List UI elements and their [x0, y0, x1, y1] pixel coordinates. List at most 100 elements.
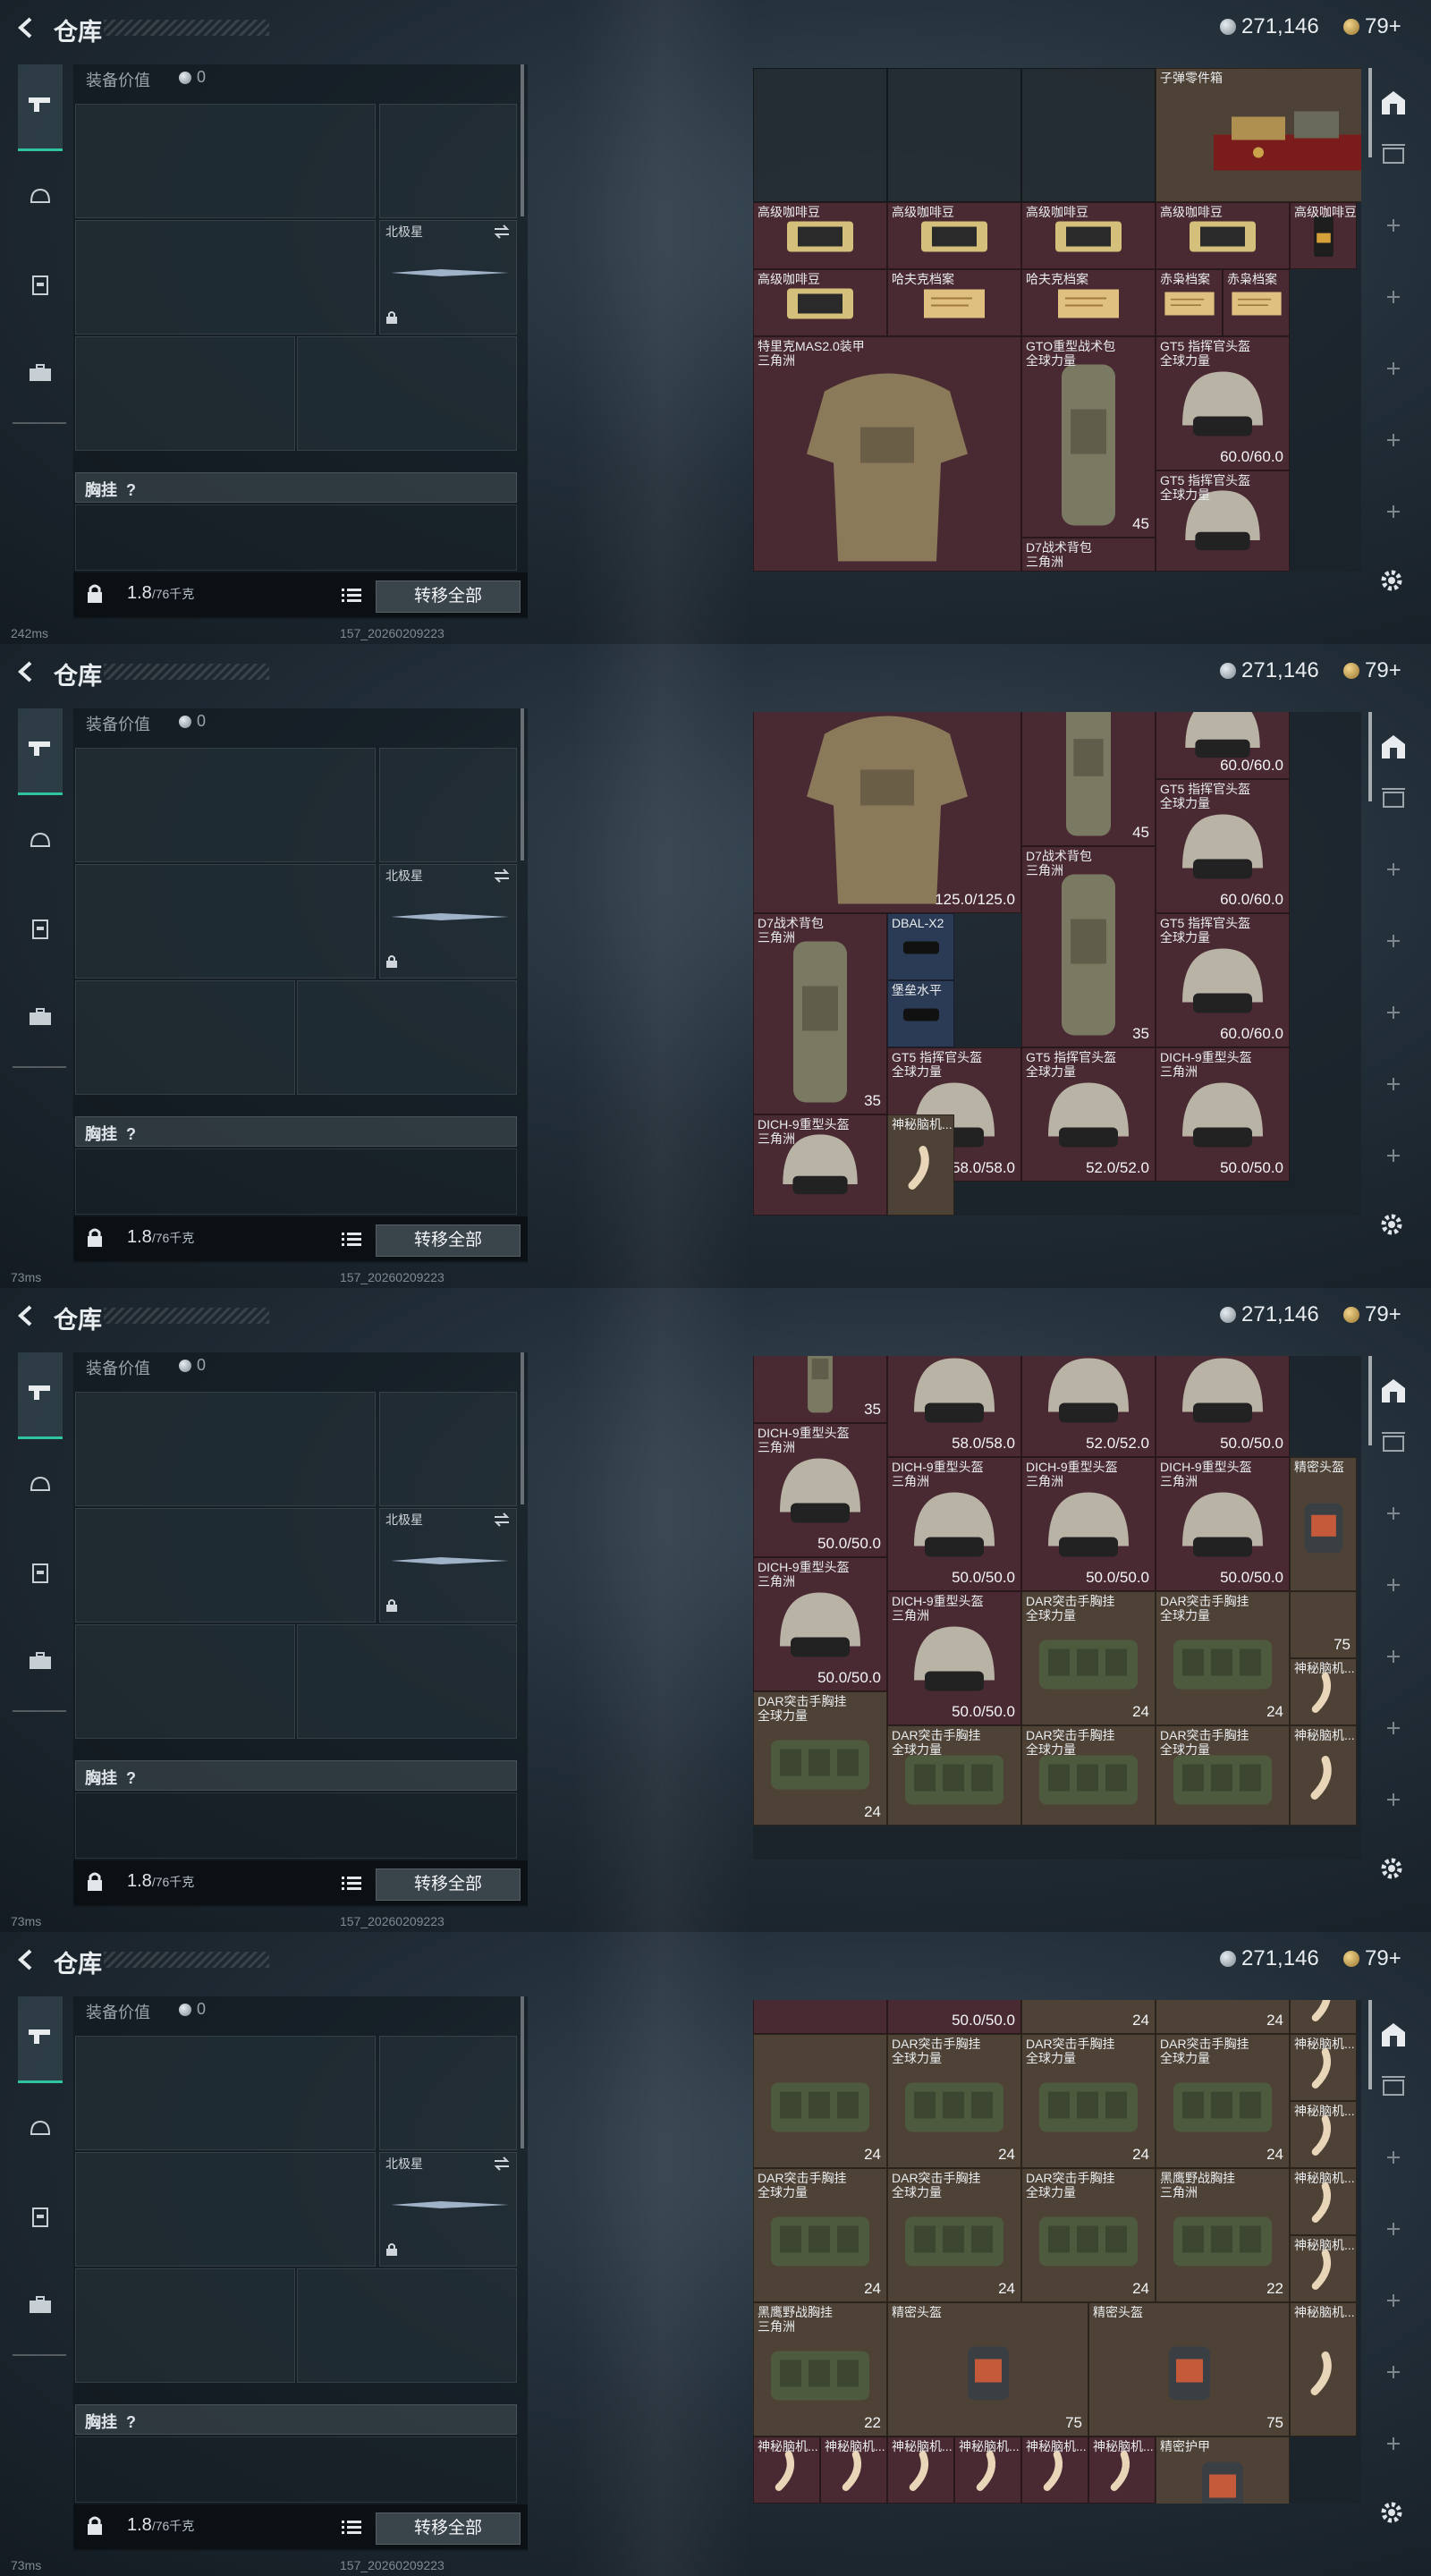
transfer-all-button[interactable]: 转移全部 — [376, 580, 521, 613]
transfer-all-button[interactable]: 转移全部 — [376, 1224, 521, 1257]
equip-scrollbar[interactable] — [521, 1352, 524, 1504]
stash-item[interactable]: DAR突击手胸挂 全球力量 — [1156, 1724, 1290, 1826]
swap-icon[interactable] — [493, 225, 511, 243]
stash-item[interactable]: 神秘脑机... — [1290, 1724, 1357, 1826]
stash-tab-6[interactable] — [1377, 2429, 1410, 2462]
stash-item[interactable]: 黑鹰野战胸挂 三角洲 22 — [753, 2301, 887, 2436]
stash-tab-3[interactable] — [1377, 927, 1410, 959]
stash-item[interactable]: 哈夫克档案 — [1021, 269, 1156, 336]
stash-item[interactable]: DAR突击手胸挂 全球力量 — [887, 1724, 1021, 1826]
stash-tab-4[interactable] — [1377, 2286, 1410, 2318]
stash-item[interactable]: 特里克MAS2.0装甲 三角洲 — [753, 336, 1021, 572]
armor-slot[interactable] — [297, 336, 517, 451]
list-icon[interactable] — [342, 2519, 361, 2539]
chest-rig-slot[interactable]: 胸挂 ? — [75, 1116, 517, 1147]
stash-item[interactable]: 神秘脑机... — [1290, 2033, 1357, 2101]
stash-tab-2[interactable] — [1377, 1499, 1410, 1531]
stash-item[interactable]: GT5 指挥官头盔 全球力量 60.0/60.0 — [1156, 913, 1290, 1047]
list-icon[interactable] — [342, 587, 361, 607]
stash-item[interactable]: 精密头盔 75 — [887, 2301, 1088, 2436]
stash-tab-1[interactable] — [1377, 784, 1410, 816]
stash-item[interactable]: DAR突击手胸挂 全球力量 24 — [1156, 1590, 1290, 1725]
backpack-slot[interactable] — [75, 1148, 517, 1215]
stash-item[interactable]: GT5 指挥官头盔 全球力量 — [1156, 470, 1290, 572]
backpack-slot[interactable] — [75, 2436, 517, 2503]
stash-item[interactable]: D7战术背包 三角洲 35 — [753, 913, 887, 1114]
nav-briefcase[interactable] — [18, 996, 63, 1041]
back-arrow-icon[interactable] — [13, 658, 39, 685]
stash-tab-5[interactable] — [1377, 2358, 1410, 2390]
stash-tab-1[interactable] — [1377, 2072, 1410, 2104]
stash-item[interactable]: 神秘脑机... — [820, 2436, 887, 2504]
stash-tab-4[interactable] — [1377, 1642, 1410, 1674]
primary-weapon-slot[interactable] — [75, 2036, 376, 2150]
nav-briefcase[interactable] — [18, 352, 63, 397]
stash-item[interactable]: DAR突击手胸挂 全球力量 24 — [753, 2167, 887, 2302]
stash-tab-5[interactable] — [1377, 426, 1410, 458]
stash-item[interactable]: 45 — [1021, 712, 1156, 846]
secondary-weapon-slot[interactable] — [75, 220, 376, 335]
swap-icon[interactable] — [493, 1513, 511, 1531]
list-icon[interactable] — [342, 1875, 361, 1895]
nav-pistol[interactable] — [18, 708, 63, 795]
stash-scroll-indicator[interactable] — [1368, 2000, 1372, 2089]
back-arrow-icon[interactable] — [13, 14, 39, 41]
stash-scroll-indicator[interactable] — [1368, 68, 1372, 157]
nav-pistol[interactable] — [18, 64, 63, 151]
melee-slot[interactable]: 北极星 — [379, 220, 517, 335]
stash-item[interactable]: DAR突击手胸挂 全球力量 24 — [753, 1691, 887, 1826]
primary-weapon-slot[interactable] — [75, 748, 376, 862]
stash-tab-3[interactable] — [1377, 283, 1410, 315]
stash-item[interactable]: 精密头盔 75 — [1088, 2301, 1290, 2436]
nav-helmet[interactable] — [18, 2109, 63, 2154]
stash-item[interactable]: 子弹零件箱 — [1156, 68, 1361, 202]
stash-item[interactable]: DAR突击手胸挂 全球力量 24 — [1021, 2167, 1156, 2302]
stash-item[interactable]: 24 — [1021, 2000, 1156, 2034]
stash-grid[interactable]: 50.0/50.0 24 24 24 DAR突击手胸挂 全球力量 24 DAR突击手胸挂 全… — [753, 2000, 1361, 2504]
stash-tab-1[interactable] — [1377, 1428, 1410, 1460]
stash-item[interactable]: 神秘脑机... — [1290, 2100, 1357, 2168]
stash-tab-2[interactable] — [1377, 211, 1410, 243]
stash-tab-3[interactable] — [1377, 2215, 1410, 2247]
gold-balance[interactable]: 79+ — [1343, 1946, 1401, 1971]
helmet-slot[interactable] — [75, 2268, 295, 2383]
swap-icon[interactable] — [493, 869, 511, 887]
stash-tab-6[interactable] — [1377, 1141, 1410, 1174]
silver-balance[interactable]: 271,146 — [1220, 14, 1319, 39]
backpack-slot[interactable] — [75, 1792, 517, 1859]
stash-item[interactable]: 高级咖啡豆 — [753, 269, 887, 336]
stash-grid[interactable]: 子弹零件箱 高级咖啡豆 高级咖啡豆 高级咖啡豆 高级咖啡豆 高级咖啡豆 高级咖啡豆 哈夫克档案… — [753, 68, 1361, 572]
chest-rig-slot[interactable]: 胸挂 ? — [75, 1760, 517, 1791]
chest-rig-slot[interactable]: 胸挂 ? — [75, 2404, 517, 2435]
stash-item[interactable]: GT5 指挥官头盔 全球力量52.0/52.0 — [1021, 1356, 1156, 1457]
stash-item[interactable]: 75 — [1290, 1590, 1357, 1658]
nav-vest[interactable] — [18, 265, 63, 309]
stash-item[interactable]: 125.0/125.0 — [753, 712, 1021, 913]
stash-item[interactable]: 60.0/60.0 — [1156, 712, 1290, 779]
primary-weapon-slot[interactable] — [75, 1392, 376, 1506]
nav-pistol[interactable] — [18, 1352, 63, 1439]
stash-tab-0[interactable] — [1377, 1376, 1410, 1408]
stash-tab-6[interactable] — [1377, 497, 1410, 530]
stash-tab-5[interactable] — [1377, 1714, 1410, 1746]
stash-item[interactable]: DICH-9重型头盔 三角洲50.0/50.0 — [1156, 1356, 1290, 1457]
stash-item[interactable]: DAR突击手胸挂 全球力量 24 — [887, 2033, 1021, 2168]
stash-item[interactable] — [1021, 68, 1156, 202]
stash-item[interactable]: 神秘脑机... — [887, 2436, 954, 2504]
stash-tab-2[interactable] — [1377, 855, 1410, 887]
stash-item[interactable]: DICH-9重型头盔 三角洲50.0/50.0 — [1156, 1456, 1290, 1591]
stash-item[interactable] — [753, 68, 887, 202]
stash-item[interactable] — [887, 68, 1021, 202]
stash-tab-5[interactable] — [1377, 1070, 1410, 1102]
stash-item[interactable]: DAR突击手胸挂 全球力量 24 — [1156, 2033, 1290, 2168]
stash-item[interactable]: 精密头盔 — [1290, 1456, 1357, 1591]
stash-item[interactable]: DICH-9重型头盔 三角洲50.0/50.0 — [887, 1590, 1021, 1725]
stash-tab-0[interactable] — [1377, 88, 1410, 120]
stash-item[interactable]: 精密护甲 — [1156, 2436, 1290, 2504]
stash-tab-0[interactable] — [1377, 2020, 1410, 2052]
stash-tab-1[interactable] — [1377, 140, 1410, 172]
stash-item[interactable]: 高级咖啡豆 — [1290, 202, 1357, 269]
helmet-slot[interactable] — [75, 1624, 295, 1739]
nav-briefcase[interactable] — [18, 1640, 63, 1685]
stash-item[interactable]: 赤枭档案 — [1223, 269, 1290, 336]
